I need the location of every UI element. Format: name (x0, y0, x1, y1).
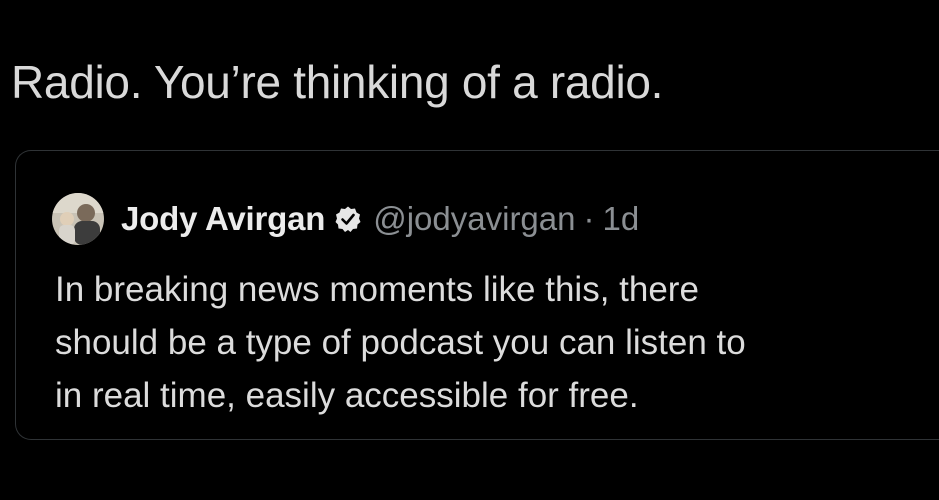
quoted-tweet-line: in real time, easily accessible for free… (55, 376, 639, 415)
meta-separator: · (583, 200, 595, 237)
quoted-tweet-body: In breaking news moments like this, ther… (55, 263, 939, 422)
quoted-tweet-card[interactable]: Jody Avirgan @jodyavirgan · 1d In breaki… (15, 150, 939, 440)
quoted-tweet-line: should be a type of podcast you can list… (55, 323, 746, 362)
quoted-tweet-header: Jody Avirgan @jodyavirgan · 1d (52, 193, 639, 245)
author-name[interactable]: Jody Avirgan (121, 200, 325, 238)
author-handle[interactable]: @jodyavirgan (373, 200, 575, 238)
tweet-timestamp[interactable]: 1d (603, 200, 640, 238)
reply-tweet-text: Radio. You’re thinking of a radio. (11, 56, 664, 108)
quoted-tweet-line: In breaking news moments like this, ther… (55, 270, 699, 309)
author-avatar[interactable] (52, 193, 104, 245)
verified-badge-icon (334, 205, 362, 233)
